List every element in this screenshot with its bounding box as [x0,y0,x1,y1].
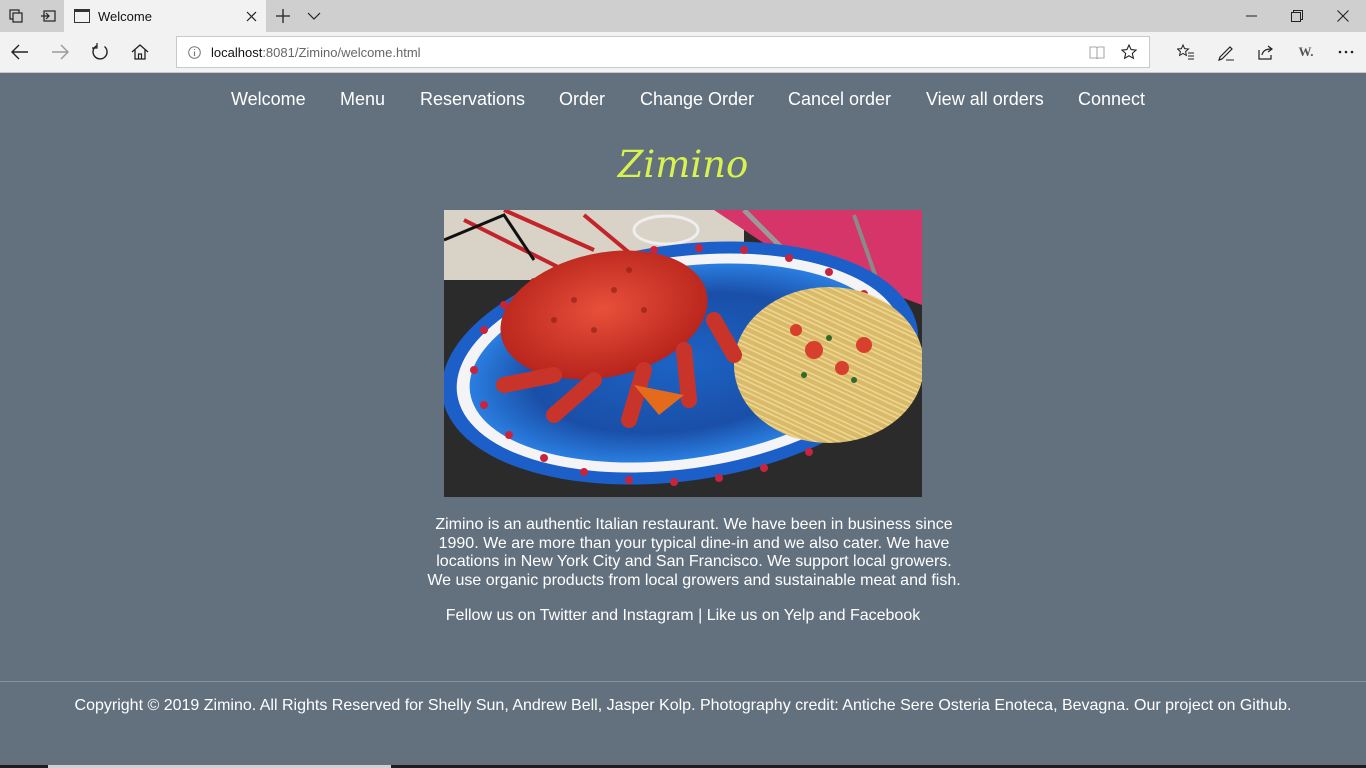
minimize-icon[interactable] [1228,0,1274,32]
nav-welcome[interactable]: Welcome [231,89,306,110]
close-window-icon[interactable] [1320,0,1366,32]
footer-divider [0,681,1366,682]
separator: | [698,607,703,624]
tab-actions-icon[interactable] [0,0,32,32]
more-options-icon[interactable] [1326,32,1366,72]
share-icon[interactable] [1246,32,1286,72]
footer-period: . [1287,697,1292,714]
nav-reservations[interactable]: Reservations [420,89,525,110]
nav-connect[interactable]: Connect [1078,89,1145,110]
tab-title: Welcome [98,8,152,24]
github-link[interactable]: Github [1240,697,1287,714]
nav-cancel-order[interactable]: Cancel order [788,89,891,110]
back-icon[interactable] [0,32,40,72]
browser-tab-bar: Welcome [0,0,1366,32]
footer: Copyright © 2019 Zimino. All Rights Rese… [0,697,1366,715]
url-host: localhost [211,44,263,60]
page-icon [74,9,90,23]
project-prefix: Our project on [1134,697,1236,714]
extension-label: W. [1298,44,1314,59]
instagram-link[interactable]: Instagram [622,607,693,624]
site-info-icon[interactable] [177,45,211,59]
url-path: :8081/Zimino/welcome.html [262,44,421,60]
new-tab-icon[interactable] [270,0,296,32]
and-text: and [818,607,846,624]
home-icon[interactable] [120,32,160,72]
tab-welcome[interactable]: Welcome [64,0,266,32]
favorites-icon[interactable] [1166,32,1206,72]
nav-menu[interactable]: Menu [340,89,385,110]
extension-icon[interactable]: W. [1286,32,1326,72]
food-photo [444,210,922,497]
restore-icon[interactable] [1274,0,1320,32]
url-text: localhost:8081/Zimino/welcome.html [211,45,421,60]
nav-view-all-orders[interactable]: View all orders [926,89,1044,110]
twitter-link[interactable]: Twitter [540,607,587,624]
set-tabs-aside-icon[interactable] [32,0,64,32]
restaurant-title: Zimino [617,143,749,186]
facebook-link[interactable]: Facebook [850,607,920,624]
browser-toolbar: localhost:8081/Zimino/welcome.html W. [0,32,1366,73]
web-note-icon[interactable] [1206,32,1246,72]
reading-view-icon[interactable] [1081,37,1113,67]
chevron-down-icon[interactable] [300,0,328,32]
close-tab-icon[interactable] [236,0,266,32]
nav-change-order[interactable]: Change Order [640,89,754,110]
favorite-star-icon[interactable] [1113,37,1145,67]
follow-prefix: Fellow us on [445,607,536,624]
social-links: Fellow us on Twitter and Instagram | Lik… [0,607,1366,625]
copyright-text: Copyright © 2019 Zimino. All Rights Rese… [74,697,1130,714]
site-navigation: Welcome Menu Reservations Order Change O… [0,73,1366,127]
nav-order[interactable]: Order [559,89,605,110]
and-text: and [591,607,619,624]
forward-icon[interactable] [40,32,80,72]
yelp-link[interactable]: Yelp [784,607,815,624]
refresh-icon[interactable] [80,32,120,72]
like-prefix: Like us on [706,607,780,624]
address-bar[interactable]: localhost:8081/Zimino/welcome.html [176,36,1150,68]
restaurant-description: Zimino is an authentic Italian restauran… [427,516,961,589]
